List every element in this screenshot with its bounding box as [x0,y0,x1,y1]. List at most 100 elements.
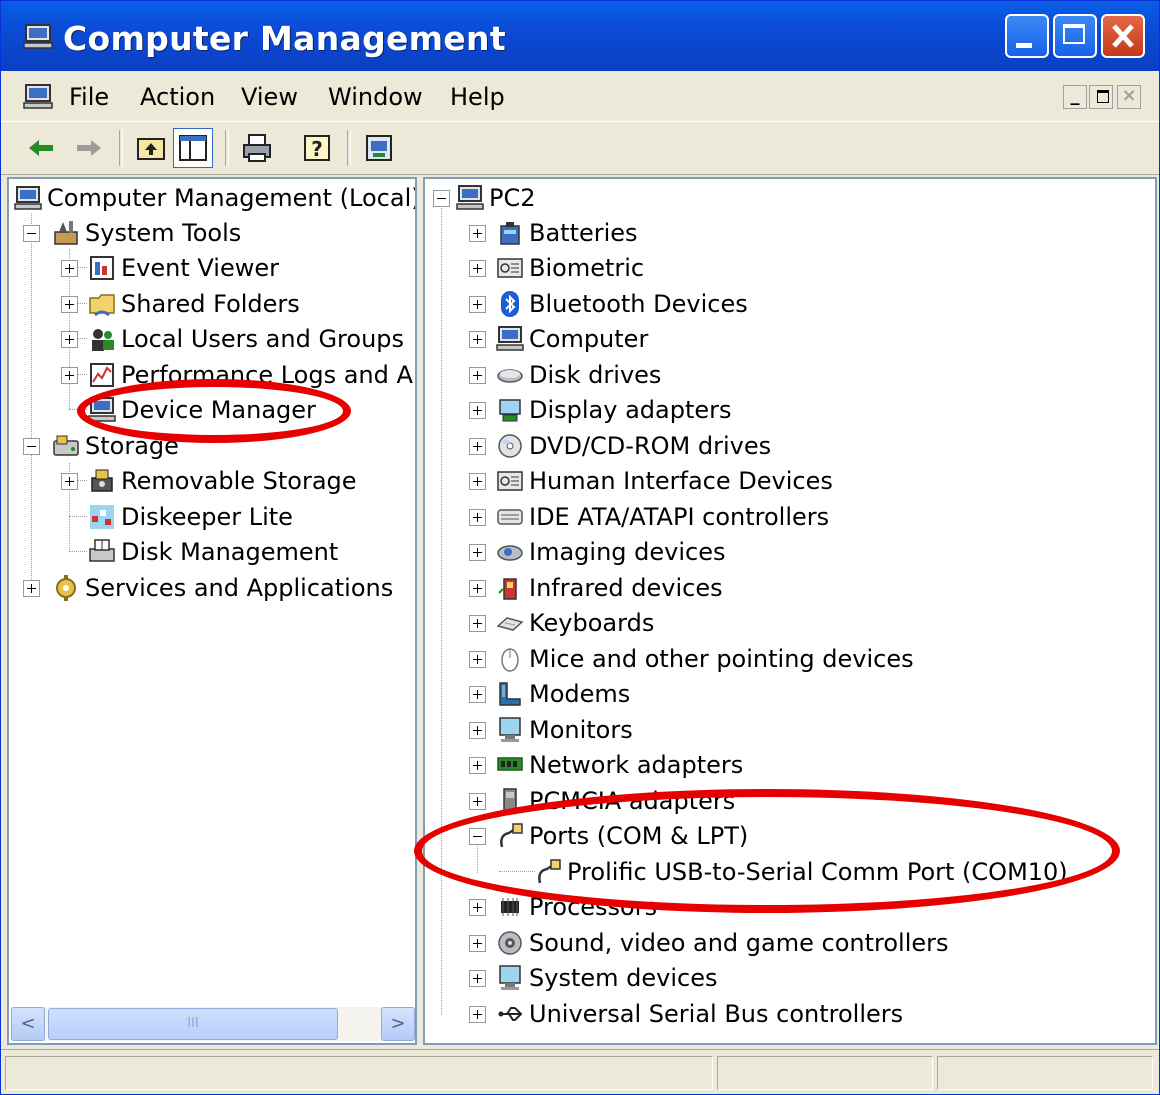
scroll-thumb[interactable]: III [48,1008,338,1040]
tree-item-label: Universal Serial Bus controllers [529,1000,904,1028]
tree-item-label: Storage [85,432,179,460]
tree-item-biometric[interactable]: Biometric [469,251,644,285]
tree-item-prolific-usb-to-serial-comm-port-com10[interactable]: Prolific USB-to-Serial Comm Port (COM10) [533,855,1068,889]
tree-item-bluetooth-devices[interactable]: Bluetooth Devices [469,287,748,321]
tree-item-imaging-devices[interactable]: Imaging devices [469,535,726,569]
expand-icon[interactable] [469,402,486,419]
tree-item-disk-drives[interactable]: Disk drives [469,358,661,392]
tree-item-event-viewer[interactable]: Event Viewer [61,251,279,285]
expand-icon[interactable] [469,473,486,490]
expand-icon[interactable] [469,615,486,632]
tree-item-performance-logs-and-alerts[interactable]: Performance Logs and Alerts [61,358,415,392]
tree-item-universal-serial-bus-controllers[interactable]: Universal Serial Bus controllers [469,997,904,1031]
tree-item-keyboards[interactable]: Keyboards [469,606,654,640]
tree-item-diskeeper-lite[interactable]: Diskeeper Lite [87,500,293,534]
menu-window[interactable]: Window [328,83,423,111]
collapse-icon[interactable] [23,438,40,455]
tree-item-services-and-applications[interactable]: Services and Applications [23,571,393,605]
print-icon[interactable] [241,132,273,164]
scroll-right-button[interactable]: > [381,1007,415,1041]
display-adapter-icon [499,399,521,422]
tree-item-system-devices[interactable]: System devices [469,961,717,995]
up-one-level-icon[interactable] [135,132,167,164]
title-bar[interactable]: Computer Management [1,1,1159,71]
collapse-icon[interactable] [469,828,486,845]
forward-arrow-icon[interactable] [73,132,105,164]
close-button[interactable] [1101,14,1145,58]
expand-icon[interactable] [469,367,486,384]
tree-item-pcmcia-adapters[interactable]: PCMCIA adapters [469,784,735,818]
tree-item-computer-management-local[interactable]: Computer Management (Local) [13,181,415,215]
expand-icon[interactable] [469,722,486,739]
app-menu-icon[interactable] [23,83,53,109]
tree-item-shared-folders[interactable]: Shared Folders [61,287,300,321]
tree-item-device-manager[interactable]: Device Manager [87,393,316,427]
minimize-button[interactable] [1005,14,1049,58]
help-icon[interactable]: ? [301,132,333,164]
menu-file[interactable]: File [69,83,109,111]
expand-icon[interactable] [469,580,486,597]
tree-item-human-interface-devices[interactable]: Human Interface Devices [469,464,833,498]
expand-icon[interactable] [469,260,486,277]
expand-icon[interactable] [469,757,486,774]
tree-item-pc2[interactable]: PC2 [433,181,536,215]
expand-icon[interactable] [469,296,486,313]
child-restore-button[interactable] [1089,85,1113,109]
expand-icon[interactable] [61,296,78,313]
expand-icon[interactable] [469,438,486,455]
expand-icon[interactable] [469,331,486,348]
expand-icon[interactable] [61,331,78,348]
device-tree-pane[interactable]: PC2 Batteries Biometric Bluetooth Devices Co… [423,177,1157,1045]
tree-item-ide-ata-atapi-controllers[interactable]: IDE ATA/ATAPI controllers [469,500,829,534]
collapse-icon[interactable] [23,225,40,242]
tree-item-infrared-devices[interactable]: Infrared devices [469,571,723,605]
maximize-button[interactable] [1053,14,1097,58]
tree-item-ports-com-lpt[interactable]: Ports (COM & LPT) [469,819,748,853]
tree-item-label: Mice and other pointing devices [529,645,914,673]
expand-icon[interactable] [469,793,486,810]
tree-item-batteries[interactable]: Batteries [469,216,638,250]
expand-icon[interactable] [61,473,78,490]
child-close-button[interactable]: × [1117,85,1141,109]
tree-item-storage[interactable]: Storage [23,429,179,463]
device-manager-icon [88,397,116,422]
console-tree-pane[interactable]: Computer Management (Local) System Tools E… [7,177,417,1045]
expand-icon[interactable] [469,225,486,242]
tree-item-local-users-and-groups[interactable]: Local Users and Groups [61,322,404,356]
expand-icon[interactable] [469,970,486,987]
expand-icon[interactable] [469,1006,486,1023]
expand-icon[interactable] [469,935,486,952]
expand-icon[interactable] [469,686,486,703]
collapse-icon[interactable] [433,190,450,207]
scroll-left-button[interactable]: < [11,1007,45,1041]
back-arrow-icon[interactable] [25,132,57,164]
tree-item-computer[interactable]: Computer [469,322,648,356]
tree-item-dvd-cd-rom-drives[interactable]: DVD/CD-ROM drives [469,429,771,463]
properties-icon[interactable] [363,132,395,164]
show-hide-console-tree-button[interactable] [173,128,213,168]
tree-item-processors[interactable]: Processors [469,890,657,924]
tree-item-modems[interactable]: Modems [469,677,630,711]
expand-icon[interactable] [469,509,486,526]
tree-item-system-tools[interactable]: System Tools [23,216,241,250]
expand-icon[interactable] [469,899,486,916]
expand-icon[interactable] [61,260,78,277]
tree-item-removable-storage[interactable]: Removable Storage [61,464,357,498]
tree-item-network-adapters[interactable]: Network adapters [469,748,743,782]
expand-icon[interactable] [469,651,486,668]
expand-icon[interactable] [469,544,486,561]
tree-item-display-adapters[interactable]: Display adapters [469,393,732,427]
tree-item-mice-and-other-pointing-devices[interactable]: Mice and other pointing devices [469,642,914,676]
child-minimize-button[interactable]: _ [1063,85,1087,109]
expand-icon[interactable] [23,580,40,597]
expand-icon[interactable] [61,367,78,384]
tree-item-sound-video-and-game-controllers[interactable]: Sound, video and game controllers [469,926,949,960]
menu-help[interactable]: Help [450,83,505,111]
tree-item-disk-management[interactable]: Disk Management [87,535,338,569]
tree-item-label: Event Viewer [121,254,279,282]
menu-view[interactable]: View [241,83,298,111]
menu-action[interactable]: Action [140,83,215,111]
horizontal-scrollbar[interactable]: < III > [11,1007,415,1041]
tree-item-monitors[interactable]: Monitors [469,713,633,747]
tree-item-label: Imaging devices [529,538,726,566]
